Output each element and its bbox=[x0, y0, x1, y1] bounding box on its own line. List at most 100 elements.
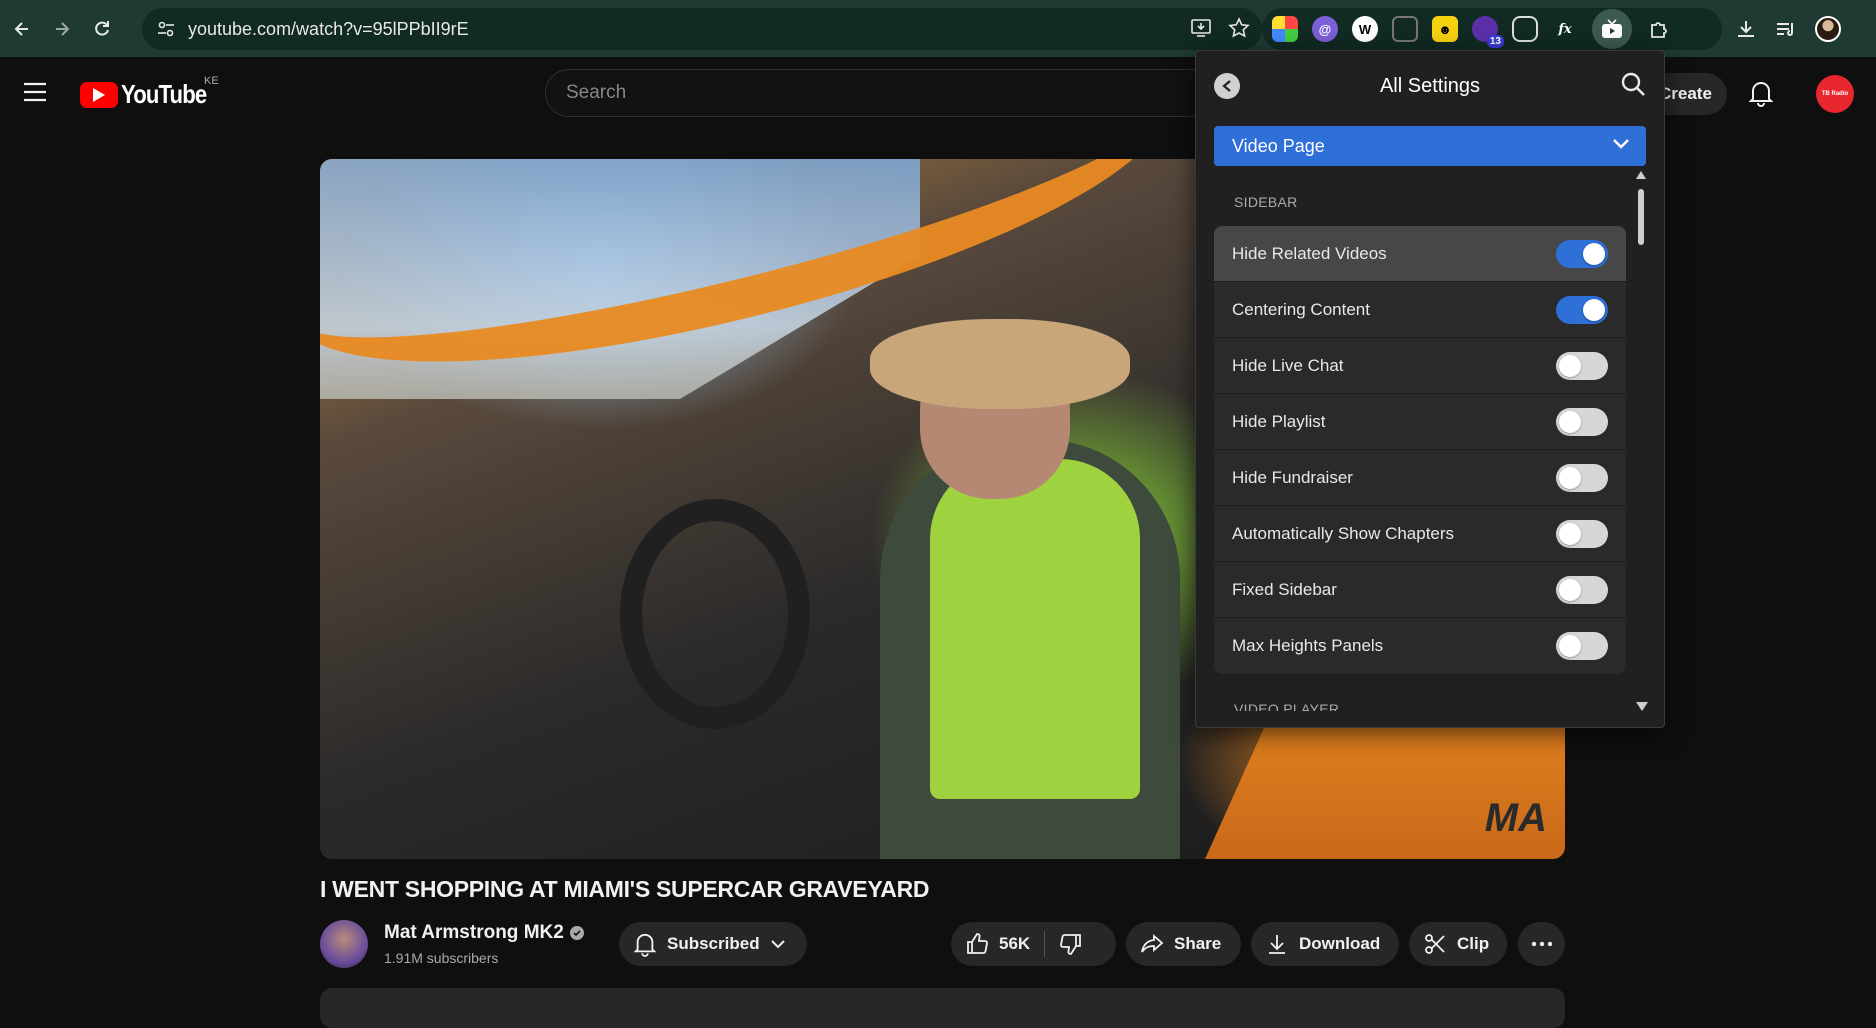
setting-label: Hide Live Chat bbox=[1232, 355, 1344, 375]
page-select-dropdown[interactable]: Video Page bbox=[1214, 126, 1646, 166]
notifications-bell-icon[interactable] bbox=[1748, 79, 1774, 107]
like-button[interactable]: 56K bbox=[951, 922, 1030, 966]
setting-row[interactable]: Automatically Show Chapters bbox=[1214, 506, 1626, 562]
url-text: youtube.com/watch?v=95lPPbII9rE bbox=[188, 18, 469, 39]
setting-row[interactable]: Centering Content bbox=[1214, 282, 1626, 338]
channel-avatar[interactable] bbox=[320, 920, 368, 968]
site-info-icon[interactable] bbox=[156, 19, 176, 39]
toggle-switch[interactable] bbox=[1556, 632, 1608, 660]
arrow-left-icon bbox=[14, 21, 28, 36]
section-video-player-label: VIDEO PLAYER bbox=[1234, 701, 1340, 711]
extension-face-icon[interactable]: ☻ bbox=[1432, 16, 1458, 42]
reload-icon bbox=[95, 20, 109, 36]
toggle-switch[interactable] bbox=[1556, 520, 1608, 548]
hamburger-menu-icon[interactable] bbox=[22, 81, 48, 103]
extension-copy-icon[interactable] bbox=[1392, 16, 1418, 42]
settings-popup: All Settings Video Page SIDEBAR Hide Rel… bbox=[1195, 50, 1665, 728]
extension-wikipedia-icon[interactable]: W bbox=[1352, 16, 1378, 42]
page-select-value: Video Page bbox=[1232, 135, 1325, 156]
more-actions-button[interactable] bbox=[1518, 922, 1565, 966]
like-divider bbox=[1044, 931, 1046, 957]
youtube-wordmark: YouTube bbox=[121, 79, 207, 109]
section-video-player-clip: VIDEO PLAYER bbox=[1196, 691, 1636, 711]
setting-label: Max Heights Panels bbox=[1232, 636, 1384, 655]
thumbs-up-icon bbox=[967, 933, 988, 954]
download-label: Download bbox=[1299, 934, 1381, 953]
clip-label: Clip bbox=[1457, 934, 1490, 953]
youtube-play-icon bbox=[80, 81, 118, 108]
toggle-switch[interactable] bbox=[1556, 296, 1608, 324]
more-horizontal-icon bbox=[1531, 941, 1552, 947]
toggle-switch[interactable] bbox=[1556, 576, 1608, 604]
download-button[interactable]: Download bbox=[1251, 922, 1399, 966]
popup-title: All Settings bbox=[1379, 75, 1481, 97]
extension-fx-icon[interactable]: fx bbox=[1552, 16, 1578, 42]
bell-icon bbox=[633, 933, 657, 957]
scroll-down-arrow-icon[interactable] bbox=[1636, 702, 1648, 711]
scrollbar-thumb[interactable] bbox=[1638, 189, 1644, 245]
popup-scrollbar[interactable] bbox=[1636, 171, 1648, 711]
address-bar[interactable]: youtube.com/watch?v=95lPPbII9rE bbox=[142, 8, 1262, 50]
account-avatar[interactable]: TB Radio bbox=[1816, 75, 1854, 113]
setting-label: Hide Related Videos bbox=[1232, 243, 1387, 263]
arrow-right-icon bbox=[56, 21, 70, 36]
youtube-logo[interactable]: YouTube KE bbox=[80, 75, 221, 110]
video-frame-steering-wheel bbox=[620, 499, 810, 729]
channel-name: Mat Armstrong MK2 bbox=[384, 922, 564, 943]
video-frame-hat bbox=[870, 319, 1130, 409]
bookmark-star-icon[interactable] bbox=[1228, 17, 1250, 39]
extension-color-icon[interactable] bbox=[1272, 16, 1298, 42]
setting-row[interactable]: Hide Live Chat bbox=[1214, 338, 1626, 394]
share-arrow-icon bbox=[1141, 934, 1164, 953]
extension-badge-count: 13 bbox=[1486, 35, 1504, 48]
thumbs-down-icon[interactable] bbox=[1059, 932, 1083, 956]
country-code: KE bbox=[204, 75, 219, 87]
profile-avatar-icon[interactable] bbox=[1815, 16, 1841, 42]
scissors-icon bbox=[1425, 934, 1445, 954]
setting-row[interactable]: Hide Related Videos bbox=[1214, 226, 1626, 282]
setting-label: Fixed Sidebar bbox=[1232, 579, 1337, 599]
settings-list: Hide Related Videos Centering Content Hi… bbox=[1214, 226, 1626, 674]
channel-watermark: MA bbox=[1484, 796, 1547, 840]
download-icon[interactable] bbox=[1735, 18, 1757, 40]
subscribed-label: Subscribed bbox=[667, 934, 760, 953]
create-label: Create bbox=[1659, 84, 1712, 103]
extension-badge-icon[interactable]: 13 bbox=[1472, 16, 1504, 48]
clip-button[interactable]: Clip bbox=[1409, 922, 1507, 966]
toggle-switch[interactable] bbox=[1556, 464, 1608, 492]
video-title: I WENT SHOPPING AT MIAMI'S SUPERCAR GRAV… bbox=[320, 876, 930, 902]
search-icon[interactable] bbox=[1620, 71, 1646, 97]
scroll-up-arrow-icon[interactable] bbox=[1636, 171, 1646, 179]
subscribed-button[interactable]: Subscribed bbox=[619, 922, 807, 966]
setting-label: Centering Content bbox=[1232, 299, 1370, 319]
toggle-switch[interactable] bbox=[1556, 240, 1608, 268]
setting-label: Automatically Show Chapters bbox=[1232, 523, 1455, 543]
search-input[interactable]: Search bbox=[545, 69, 1205, 117]
chevron-down-icon bbox=[1613, 139, 1629, 149]
toggle-switch[interactable] bbox=[1556, 352, 1608, 380]
extensions-bar: @ W ☻ 13 fx bbox=[1262, 8, 1722, 50]
media-control-icon[interactable] bbox=[1775, 18, 1797, 40]
setting-label: Hide Playlist bbox=[1232, 411, 1326, 431]
chevron-down-icon bbox=[770, 940, 785, 949]
share-button[interactable]: Share bbox=[1126, 922, 1241, 966]
setting-row[interactable]: Max Heights Panels bbox=[1214, 618, 1626, 674]
install-app-icon[interactable] bbox=[1190, 17, 1212, 39]
setting-row[interactable]: Fixed Sidebar bbox=[1214, 562, 1626, 618]
toggle-switch[interactable] bbox=[1556, 408, 1608, 436]
extension-w-circle-icon[interactable]: @ bbox=[1312, 16, 1338, 42]
setting-row[interactable]: Hide Fundraiser bbox=[1214, 450, 1626, 506]
channel-name-link[interactable]: Mat Armstrong MK2 bbox=[384, 922, 584, 944]
verified-check-icon bbox=[569, 926, 584, 940]
setting-row[interactable]: Hide Playlist bbox=[1214, 394, 1626, 450]
section-sidebar-label: SIDEBAR bbox=[1234, 194, 1298, 210]
forward-button[interactable] bbox=[44, 11, 80, 47]
back-button[interactable] bbox=[4, 11, 40, 47]
extension-square-icon[interactable] bbox=[1512, 16, 1538, 42]
extension-tv-icon[interactable] bbox=[1592, 9, 1632, 49]
description-box[interactable] bbox=[320, 988, 1565, 1028]
share-label: Share bbox=[1174, 934, 1222, 953]
extensions-puzzle-icon[interactable] bbox=[1646, 16, 1672, 42]
download-arrow-icon bbox=[1269, 935, 1285, 954]
reload-button[interactable] bbox=[84, 11, 120, 47]
